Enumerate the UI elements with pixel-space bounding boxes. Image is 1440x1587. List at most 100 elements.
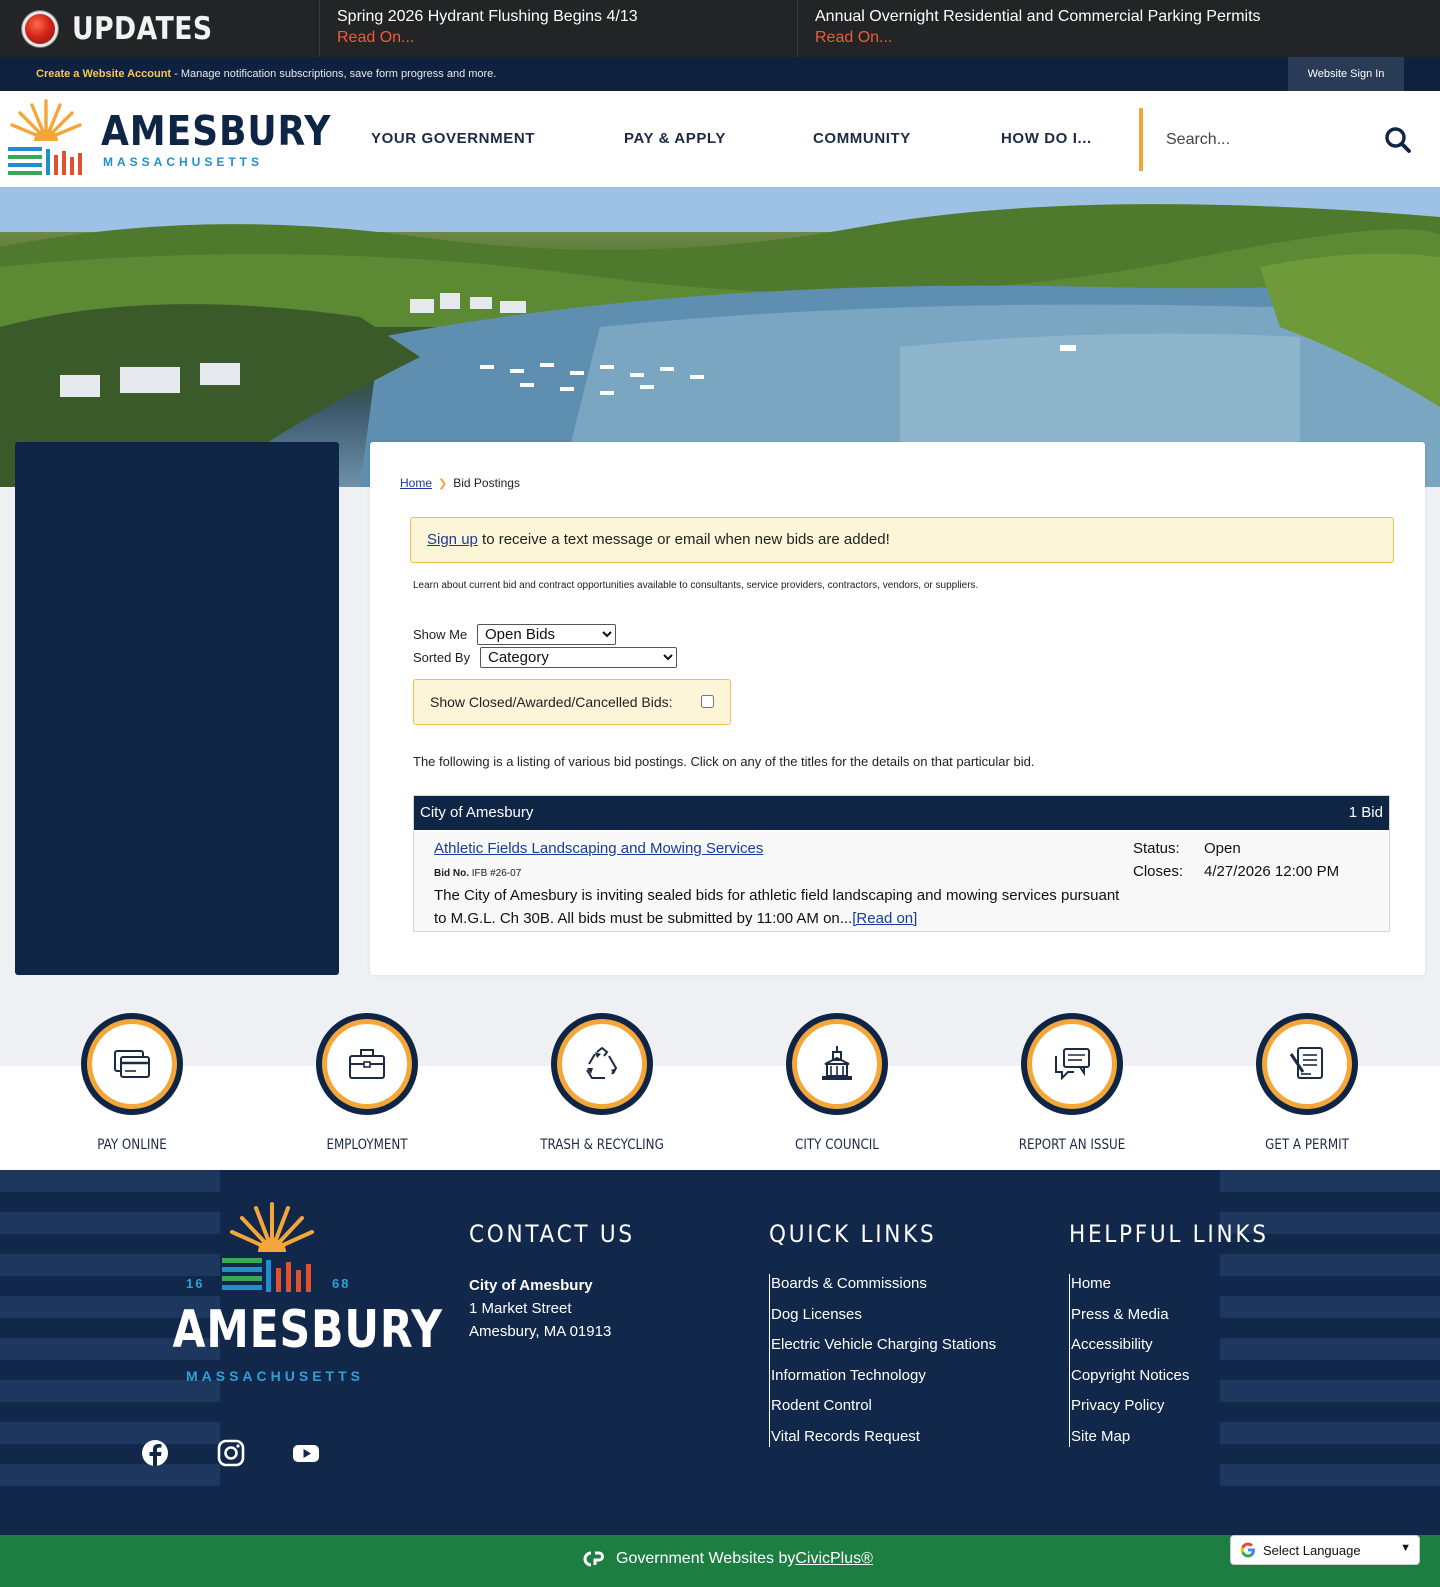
civicplus-bar: Government Websites by CivicPlus® (0, 1535, 1440, 1587)
update-title[interactable]: Spring 2026 Hydrant Flushing Begins 4/13 (337, 7, 797, 27)
intro-text: Learn about current bid and contract opp… (413, 580, 979, 591)
quick-link-trash-recycling[interactable]: TRASH & RECYCLING (507, 1013, 697, 1163)
bid-number-label: Bid No. (434, 868, 469, 879)
signup-link[interactable]: Sign up (427, 531, 478, 548)
quick-link-label[interactable]: PAY ONLINE (51, 1137, 213, 1153)
search-icon[interactable] (1384, 126, 1412, 154)
founding-year-right: 68 (332, 1276, 351, 1291)
footer-subtitle: MASSACHUSETTS (185, 1368, 364, 1384)
logo-subtitle: MASSACHUSETTS (103, 155, 264, 169)
updates-label: UPDATES (72, 10, 213, 47)
helpful-links-list: Home Press & Media Accessibility Copyrig… (1069, 1274, 1291, 1447)
helpful-links-column: HELPFUL LINKS Home Press & Media Accessi… (1069, 1220, 1291, 1447)
civicplus-text: Government Websites by (616, 1550, 796, 1567)
breadcrumb-separator-icon: ❯ (438, 478, 448, 490)
helpful-links-heading: HELPFUL LINKS (1069, 1220, 1269, 1248)
footer-link[interactable]: Boards & Commissions (771, 1274, 996, 1305)
bid-read-on-link[interactable]: [Read on] (852, 910, 917, 927)
quick-link-report-issue[interactable]: REPORT AN ISSUE (977, 1013, 1167, 1163)
contact-us-column: CONTACT US City of Amesbury 1 Market Str… (469, 1220, 653, 1343)
update-title[interactable]: Annual Overnight Residential and Commerc… (815, 7, 1440, 27)
account-message: Create a Website Account - Manage notifi… (36, 68, 496, 80)
footer-logo[interactable]: 16 68 AMESBURY MASSACHUSETTS (150, 1200, 443, 1390)
quick-link-label[interactable]: REPORT AN ISSUE (991, 1137, 1153, 1153)
update-item[interactable]: Annual Overnight Residential and Commerc… (798, 0, 1440, 57)
show-closed-label: Show Closed/Awarded/Cancelled Bids: (430, 694, 673, 710)
nav-pay-apply[interactable]: PAY & APPLY (624, 130, 726, 147)
update-read-on-link[interactable]: Read On... (815, 27, 1440, 49)
bid-row: Athletic Fields Landscaping and Mowing S… (414, 832, 1389, 931)
credit-card-icon (114, 1050, 150, 1078)
sorted-by-select[interactable]: Category (480, 647, 677, 668)
bid-group-count: 1 Bid (1348, 804, 1383, 821)
create-account-link[interactable]: Create a Website Account (36, 68, 171, 80)
recycle-icon (586, 1046, 618, 1079)
breadcrumb-home-link[interactable]: Home (400, 476, 432, 490)
update-read-on-link[interactable]: Read On... (337, 27, 797, 49)
search-input[interactable] (1150, 118, 1370, 162)
logo-wordmark: AMESBURY (101, 107, 332, 155)
quick-links-column: QUICK LINKS Boards & Commissions Dog Lic… (769, 1220, 996, 1447)
quick-link-employment[interactable]: EMPLOYMENT (272, 1013, 462, 1163)
show-me-label: Show Me (413, 627, 468, 642)
nav-your-government[interactable]: YOUR GOVERNMENT (371, 130, 535, 147)
footer-link[interactable]: Site Map (1071, 1427, 1291, 1447)
footer-wordmark: AMESBURY (172, 1300, 443, 1360)
footer-link[interactable]: Home (1071, 1274, 1291, 1305)
quick-link-label[interactable]: EMPLOYMENT (286, 1137, 448, 1153)
footer-link[interactable]: Vital Records Request (771, 1427, 996, 1447)
footer-link[interactable]: Rodent Control (771, 1396, 996, 1427)
instagram-icon[interactable] (216, 1438, 246, 1468)
search-box (1150, 118, 1430, 162)
logo-sunburst-icon (8, 99, 88, 181)
quick-link-city-council[interactable]: CITY COUNCIL (742, 1013, 932, 1163)
bid-closes-value: 4/27/2026 12:00 PM (1204, 863, 1340, 880)
nav-community[interactable]: COMMUNITY (813, 130, 911, 147)
language-select-label: Select Language (1263, 1542, 1361, 1558)
language-select[interactable]: Select Language ▼ (1230, 1535, 1420, 1565)
main-content: Home ❯ Bid Postings Sign up to receive a t… (370, 442, 1425, 975)
footer-link[interactable]: Press & Media (1071, 1305, 1291, 1336)
show-closed-checkbox[interactable] (701, 695, 714, 708)
breadcrumb: Home ❯ Bid Postings (400, 476, 520, 490)
quick-link-label[interactable]: CITY COUNCIL (756, 1137, 918, 1153)
account-description: - Manage notification subscriptions, sav… (171, 68, 497, 80)
bid-number-value: IFB #26-07 (471, 868, 522, 879)
civicplus-link[interactable]: CivicPlus® (795, 1550, 873, 1568)
chevron-down-icon: ▼ (1400, 1542, 1411, 1554)
google-g-icon (1240, 1542, 1255, 1558)
footer-link[interactable]: Information Technology (771, 1366, 996, 1397)
update-item[interactable]: Spring 2026 Hydrant Flushing Begins 4/13… (320, 0, 798, 57)
youtube-icon[interactable] (291, 1438, 321, 1468)
footer-link[interactable]: Accessibility (1071, 1335, 1291, 1366)
footer-link[interactable]: Copyright Notices (1071, 1366, 1291, 1397)
footer-link[interactable]: Dog Licenses (771, 1305, 996, 1336)
founding-year-left: 16 (186, 1276, 205, 1291)
bid-title-link[interactable]: Athletic Fields Landscaping and Mowing S… (434, 840, 763, 857)
site-footer: 16 68 AMESBURY MASSACHUSETTS CONTACT US … (0, 1170, 1440, 1535)
civicplus-credit: Government Websites by CivicPlus® (580, 1550, 873, 1568)
contact-heading: CONTACT US (469, 1220, 635, 1248)
sidebar-panel (15, 442, 339, 975)
account-bar: Create a Website Account - Manage notifi… (0, 57, 1440, 91)
quick-link-pay-online[interactable]: PAY ONLINE (37, 1013, 227, 1163)
show-me-select[interactable]: Open Bids (477, 624, 616, 645)
bid-closes-label: Closes: (1133, 863, 1184, 880)
bid-status-value: Open (1204, 840, 1241, 857)
quick-link-label[interactable]: TRASH & RECYCLING (521, 1137, 683, 1153)
facebook-icon[interactable] (140, 1438, 170, 1468)
permit-document-icon (1289, 1047, 1323, 1079)
updates-label-block: UPDATES (0, 0, 320, 57)
site-logo[interactable]: AMESBURY MASSACHUSETTS (8, 97, 330, 181)
quick-link-get-permit[interactable]: GET A PERMIT (1212, 1013, 1402, 1163)
updates-alert-icon (22, 10, 58, 47)
nav-divider (1139, 108, 1143, 171)
footer-link[interactable]: Privacy Policy (1071, 1396, 1291, 1427)
nav-how-do-i[interactable]: HOW DO I... (1001, 130, 1092, 147)
sign-in-button[interactable]: Website Sign In (1288, 57, 1404, 91)
footer-logo-sunburst-icon (220, 1202, 330, 1300)
footer-link[interactable]: Electric Vehicle Charging Stations (771, 1335, 996, 1366)
quick-link-label[interactable]: GET A PERMIT (1226, 1137, 1388, 1153)
bid-description-text: The City of Amesbury is inviting sealed … (434, 887, 1120, 927)
updates-bar: UPDATES Spring 2026 Hydrant Flushing Beg… (0, 0, 1440, 57)
